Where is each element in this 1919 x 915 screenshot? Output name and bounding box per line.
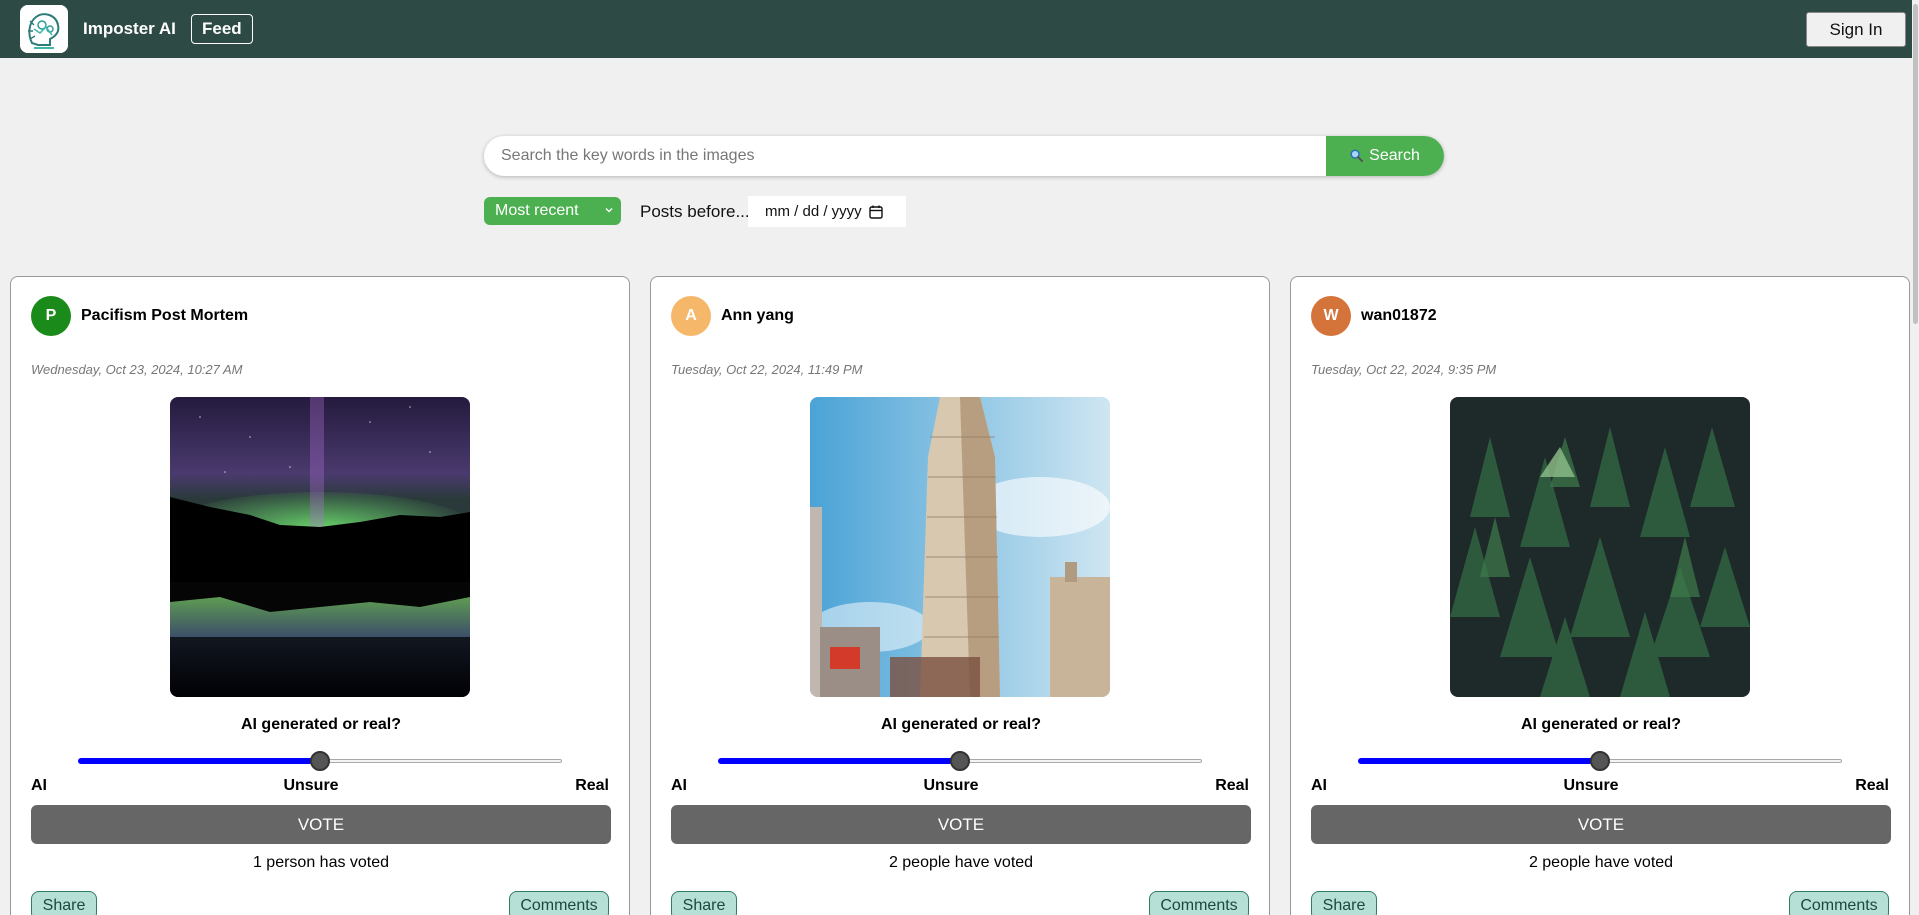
slider-track xyxy=(320,759,562,763)
post-timestamp: Wednesday, Oct 23, 2024, 10:27 AM xyxy=(31,362,243,377)
post-timestamp: Tuesday, Oct 22, 2024, 9:35 PM xyxy=(1311,362,1497,377)
slider-track xyxy=(1600,759,1842,763)
feed-button[interactable]: Feed xyxy=(191,14,253,44)
app-logo[interactable] xyxy=(20,5,68,53)
search-input[interactable] xyxy=(484,136,1326,176)
vote-count: 2 people have voted xyxy=(888,854,1034,871)
share-button[interactable]: Share xyxy=(1311,891,1377,915)
post-username[interactable]: wan01872 xyxy=(1361,307,1437,325)
comments-button[interactable]: Comments xyxy=(509,891,609,915)
slider-label-unsure: Unsure xyxy=(283,777,339,794)
slider-track xyxy=(960,759,1202,763)
ai-real-slider[interactable] xyxy=(78,751,562,771)
user-avatar[interactable]: W xyxy=(1311,296,1351,336)
slider-thumb[interactable] xyxy=(1590,751,1610,771)
search-icon xyxy=(1350,149,1364,162)
comments-button[interactable]: Comments xyxy=(1789,891,1889,915)
brand-name: Imposter AI xyxy=(83,19,176,38)
post-image[interactable] xyxy=(170,397,470,697)
ai-real-slider[interactable] xyxy=(718,751,1202,771)
slider-thumb[interactable] xyxy=(310,751,330,771)
vote-question: AI generated or real? xyxy=(880,716,1042,733)
slider-fill xyxy=(1358,758,1600,764)
date-placeholder: mm / dd / yyyy xyxy=(765,203,862,220)
sort-select[interactable]: Most recent xyxy=(484,197,621,225)
page-scrollbar[interactable] xyxy=(1912,0,1919,915)
slider-fill xyxy=(78,758,320,764)
post-card: A Ann yang Tuesday, Oct 22, 2024, 11:49 … xyxy=(650,276,1270,915)
vote-button[interactable]: VOTE xyxy=(671,805,1251,844)
share-button[interactable]: Share xyxy=(31,891,97,915)
sort-selected-value: Most recent xyxy=(495,202,579,219)
post-card: W wan01872 Tuesday, Oct 22, 2024, 9:35 P… xyxy=(1290,276,1910,915)
comments-button[interactable]: Comments xyxy=(1149,891,1249,915)
post-card: P Pacifism Post Mortem Wednesday, Oct 23… xyxy=(10,276,630,915)
ai-real-slider[interactable] xyxy=(1358,751,1842,771)
vote-count: 1 person has voted xyxy=(252,854,390,871)
slider-thumb[interactable] xyxy=(950,751,970,771)
user-avatar[interactable]: A xyxy=(671,296,711,336)
share-button[interactable]: Share xyxy=(671,891,737,915)
date-field[interactable]: mm / dd / yyyy xyxy=(748,196,906,227)
calendar-icon[interactable] xyxy=(869,205,883,219)
search-button-label: Search xyxy=(1369,147,1420,164)
top-navbar: Imposter AI Feed Sign In xyxy=(0,0,1919,58)
chevron-down-icon xyxy=(605,208,613,213)
post-timestamp: Tuesday, Oct 22, 2024, 11:49 PM xyxy=(671,362,863,377)
slider-label-real: Real xyxy=(575,777,609,794)
posts-before-label: Posts before... xyxy=(640,202,750,221)
vote-button[interactable]: VOTE xyxy=(1311,805,1891,844)
user-avatar[interactable]: P xyxy=(31,296,71,336)
slider-label-real: Real xyxy=(1215,777,1249,794)
post-username[interactable]: Ann yang xyxy=(721,307,794,325)
post-username[interactable]: Pacifism Post Mortem xyxy=(81,307,248,325)
search-bar: Search xyxy=(484,136,1444,176)
slider-label-unsure: Unsure xyxy=(1563,777,1619,794)
sign-in-button[interactable]: Sign In xyxy=(1806,12,1906,47)
search-button[interactable]: Search xyxy=(1326,136,1444,176)
post-image[interactable] xyxy=(810,397,1110,697)
slider-label-real: Real xyxy=(1855,777,1889,794)
vote-button[interactable]: VOTE xyxy=(31,805,611,844)
slider-fill xyxy=(718,758,960,764)
post-image[interactable] xyxy=(1450,397,1750,697)
slider-label-unsure: Unsure xyxy=(923,777,979,794)
vote-question: AI generated or real? xyxy=(240,716,402,733)
vote-count: 2 people have voted xyxy=(1528,854,1674,871)
scrollbar-thumb[interactable] xyxy=(1913,4,1918,324)
vote-question: AI generated or real? xyxy=(1520,716,1682,733)
